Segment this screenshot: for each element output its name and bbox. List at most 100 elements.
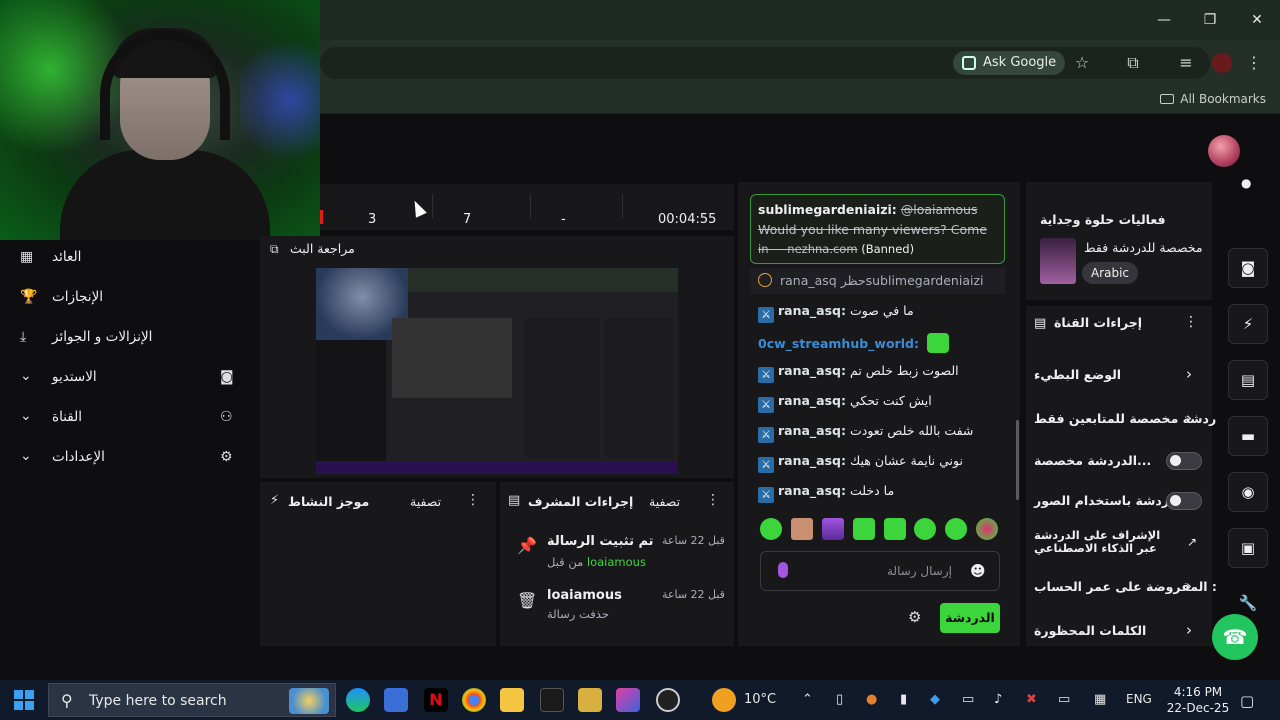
drops-icon: ⤓: [20, 329, 27, 345]
chat-username[interactable]: rana_asq:: [778, 393, 846, 408]
emote-only-toggle[interactable]: [1166, 492, 1202, 510]
chevron-right-icon[interactable]: ›: [1186, 621, 1192, 639]
chat-send-button[interactable]: الدردشة: [940, 603, 1000, 633]
nav-item-channel[interactable]: ⌄ القناة ⚇: [0, 400, 258, 436]
blocked-terms-label[interactable]: الكلمات المحظورة: [1034, 623, 1146, 638]
emote-icon[interactable]: [853, 518, 875, 540]
chevron-up-icon[interactable]: ⌃: [802, 692, 813, 707]
weather-icon[interactable]: [712, 688, 736, 712]
kebab-icon[interactable]: ⋮: [706, 492, 720, 508]
app-tray-icon[interactable]: ●: [866, 692, 877, 707]
netflix-icon[interactable]: N: [424, 688, 448, 712]
star-icon[interactable]: ☆: [1072, 53, 1092, 73]
mod-username[interactable]: rana_asq: [780, 273, 837, 288]
emote-icon[interactable]: [791, 518, 813, 540]
subscribers-only-toggle[interactable]: [1166, 452, 1202, 470]
media-icon[interactable]: ≡: [1176, 53, 1196, 73]
chevron-right-icon[interactable]: ›: [1186, 409, 1192, 427]
edge-icon[interactable]: [346, 688, 370, 712]
menu-kebab-icon[interactable]: ⋮: [1244, 53, 1264, 73]
volume-icon[interactable]: ♪: [994, 692, 1002, 707]
emote-icon[interactable]: [760, 518, 782, 540]
usb-icon[interactable]: ▮: [900, 692, 907, 707]
mod-row-time: قبل 22 ساعة: [662, 588, 725, 601]
kebab-icon[interactable]: ⋮: [1184, 314, 1198, 330]
broadcast-icon[interactable]: ◉: [1228, 472, 1268, 512]
user-avatar[interactable]: [1208, 135, 1240, 167]
chat-username[interactable]: rana_asq:: [778, 303, 846, 318]
nav-item-studio[interactable]: ⌄ الاستديو ◙: [0, 360, 258, 396]
emote-icon[interactable]: [976, 518, 998, 540]
app-icon[interactable]: [578, 688, 602, 712]
chat-username[interactable]: 0cw_streamhub_world:: [758, 336, 919, 351]
chat-username[interactable]: rana_asq:: [778, 363, 846, 378]
device-icon[interactable]: ▯: [836, 692, 843, 707]
document-icon[interactable]: ▤: [1228, 360, 1268, 400]
ban-verb: حظر: [840, 273, 866, 288]
document-icon: ▤: [508, 493, 521, 508]
nav-item-settings[interactable]: ⌄ الإعدادات ⚙: [0, 440, 258, 476]
store-icon[interactable]: [384, 688, 408, 712]
battery-icon[interactable]: ▭: [962, 692, 974, 707]
obs-icon[interactable]: [656, 688, 680, 712]
taskbar-search[interactable]: ⚲ Type here to search: [48, 683, 336, 717]
profile-avatar[interactable]: [1212, 53, 1232, 73]
windows-start-icon[interactable]: [14, 690, 34, 710]
emote-icon[interactable]: [822, 518, 844, 540]
ask-google-button[interactable]: Ask Google: [953, 51, 1065, 75]
language-tag[interactable]: Arabic: [1082, 262, 1138, 284]
keyboard-icon[interactable]: ▦: [1094, 692, 1106, 707]
chat-bubble-icon[interactable]: ▬: [1228, 416, 1268, 456]
minimize-icon[interactable]: —: [1152, 8, 1176, 32]
mod-filter-button[interactable]: تصفية: [649, 494, 680, 509]
activity-filter-button[interactable]: تصفية: [410, 494, 441, 509]
kebab-icon[interactable]: ⋮: [466, 492, 480, 508]
emote-icon[interactable]: [884, 518, 906, 540]
ai-moderation-label[interactable]: الإشراف على الدردشة عبر الذكاء الاصطناعي: [1034, 529, 1174, 555]
m365-icon[interactable]: [616, 688, 640, 712]
chat-message: ⚔ rana_asq: شفت بالله خلص تعودت: [758, 423, 973, 443]
video-icon[interactable]: ▣: [1228, 528, 1268, 568]
chat-text: ما دخلت: [850, 483, 895, 498]
external-link-icon[interactable]: ↗: [1187, 535, 1197, 549]
emote-icon[interactable]: [945, 518, 967, 540]
slow-mode-label[interactable]: الوضع البطيء: [1034, 367, 1121, 382]
shield-icon[interactable]: ◆: [930, 692, 940, 707]
extensions-icon[interactable]: ⧉: [1123, 53, 1143, 73]
file-explorer-icon[interactable]: [500, 688, 524, 712]
weather-temp[interactable]: 10°C: [744, 692, 776, 707]
help-button[interactable]: ☎: [1212, 614, 1258, 660]
chevron-right-icon[interactable]: ›: [1186, 577, 1192, 595]
search-icon: ⚲: [61, 691, 73, 710]
chat-username[interactable]: sublimegardeniaizi:: [758, 202, 897, 217]
mod-row-user[interactable]: loaiamous: [587, 555, 646, 569]
notifications-icon[interactable]: ▢: [1240, 692, 1254, 710]
stream-preview-video[interactable]: [316, 268, 678, 474]
restore-icon[interactable]: ❐: [1198, 8, 1222, 32]
followers-only-label[interactable]: دردشة مخصصة للمتابعين فقط: [1034, 411, 1223, 426]
emoji-icon[interactable]: ☻: [970, 562, 986, 580]
network-icon[interactable]: ✖: [1026, 692, 1037, 707]
camera-icon[interactable]: ◙: [1228, 248, 1268, 288]
all-bookmarks-button[interactable]: All Bookmarks: [1160, 92, 1266, 106]
chat-input[interactable]: إرسال رسالة: [760, 551, 1000, 591]
chevron-right-icon[interactable]: ›: [1186, 365, 1192, 383]
chrome-icon[interactable]: [462, 688, 486, 712]
lightning-icon[interactable]: ⚡: [1228, 304, 1268, 344]
display-icon[interactable]: ▭: [1058, 692, 1070, 707]
emote-icon[interactable]: [914, 518, 936, 540]
microphone-icon[interactable]: [778, 562, 788, 578]
nav-item-revenue[interactable]: ▦ العائد: [0, 240, 258, 276]
nav-item-achievements[interactable]: 🏆 الإنجازات: [0, 280, 258, 316]
epic-games-icon[interactable]: [540, 688, 564, 712]
nav-item-drops[interactable]: ⤓ الإنزالات و الجوائز: [0, 320, 258, 356]
chat-username[interactable]: rana_asq:: [778, 423, 846, 438]
clock[interactable]: 4:16 PM 22-Dec-25: [1166, 684, 1230, 716]
chat-username[interactable]: rana_asq:: [778, 453, 846, 468]
chat-username[interactable]: rana_asq:: [778, 483, 846, 498]
chat-scrollbar[interactable]: [1016, 420, 1019, 500]
gear-icon[interactable]: ⚙: [908, 608, 921, 626]
language-indicator[interactable]: ENG: [1126, 692, 1152, 706]
close-icon[interactable]: ✕: [1245, 8, 1269, 32]
info-icon[interactable]: ●: [1241, 176, 1251, 190]
